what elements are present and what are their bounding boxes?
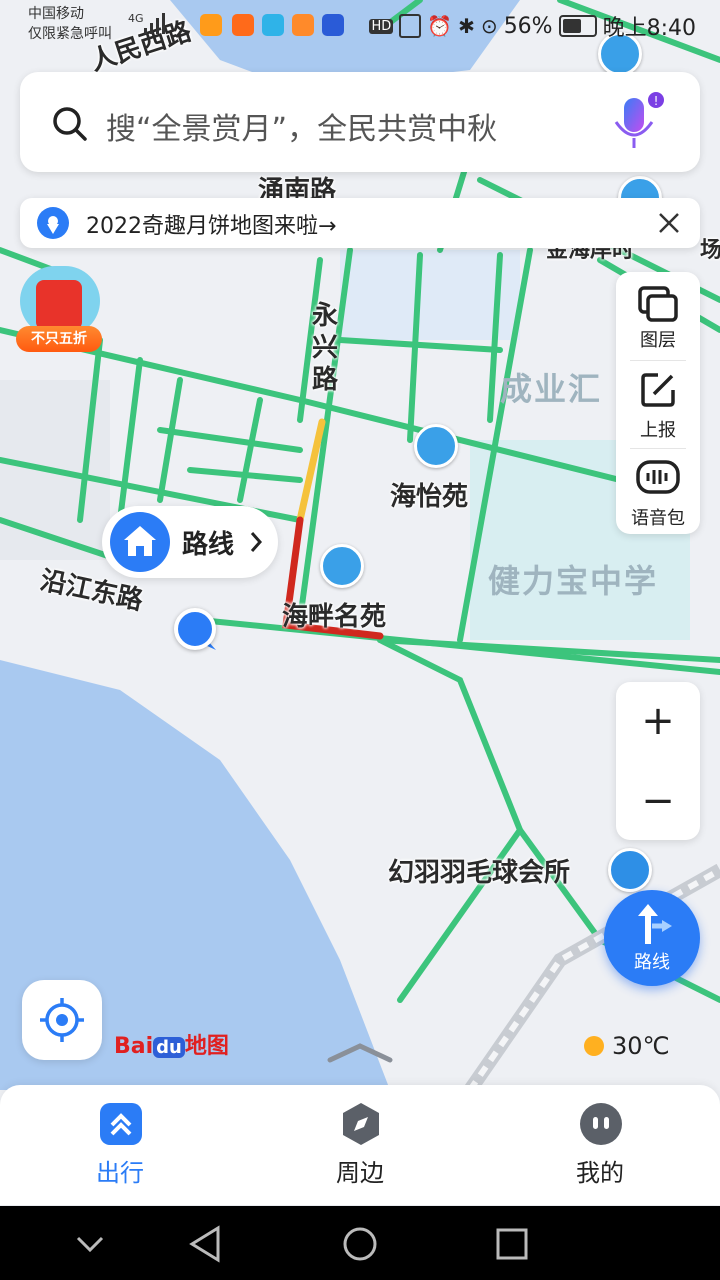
zoom-controls: + − [616, 682, 700, 840]
sports-poi-icon[interactable] [608, 848, 652, 892]
brand-bai: Bai [114, 1034, 154, 1059]
back-icon[interactable] [188, 1224, 224, 1264]
home-icon [110, 512, 170, 572]
emergency-text: 仅限紧急呼叫 [28, 26, 112, 42]
route-button-label[interactable]: 路线 [604, 948, 700, 974]
battery-icon [558, 15, 597, 37]
location-pin-icon [37, 207, 69, 239]
zoom-in-button[interactable]: + [616, 682, 700, 760]
search-bar[interactable]: 搜“全景赏月”，全民共赏中秋 ! [20, 72, 700, 172]
clock: 晚上8:40 [602, 16, 696, 41]
map-tools-panel: 图层 上报 语音包 [616, 272, 700, 534]
residential-poi-icon[interactable] [320, 544, 364, 588]
current-location-marker [174, 608, 216, 650]
poi-label-badminton[interactable]: 幻羽羽毛球会所 [388, 852, 570, 889]
home-route-label[interactable]: 路线 [182, 524, 234, 561]
carrier-info: 中国移动 仅限紧急呼叫 [28, 4, 112, 44]
home-route-popup[interactable]: 路线 [102, 506, 278, 578]
route-button[interactable]: 路线 [604, 890, 700, 986]
notice-text[interactable]: 2022奇趣月饼地图来啦→ [86, 208, 336, 240]
svg-text:!: ! [654, 94, 659, 108]
home-circle-icon[interactable] [342, 1224, 378, 1264]
report-button[interactable]: 上报 [616, 362, 700, 446]
recents-icon[interactable] [494, 1224, 530, 1264]
layers-icon [638, 286, 678, 322]
carrier-name: 中国移动 [28, 6, 84, 22]
school-label: 健力宝中学 [488, 562, 659, 600]
profile-icon [580, 1103, 622, 1145]
nav-mine-label: 我的 [576, 1159, 624, 1187]
area-label-edge: 场 [700, 238, 720, 263]
news-app-icon [322, 14, 344, 36]
poi-label-haipan[interactable]: 海畔名苑 [282, 596, 386, 633]
close-icon[interactable] [658, 212, 680, 234]
sun-icon [584, 1036, 604, 1056]
promo-red-packet[interactable]: 不只五折 [14, 266, 104, 356]
brand-suffix: 地图 [184, 1034, 229, 1059]
temperature: 30℃ [612, 1032, 670, 1060]
turn-arrow-icon [638, 904, 672, 944]
bottom-navigation: 出行 周边 我的 [0, 1085, 720, 1205]
taobao-app-icon [232, 14, 254, 36]
search-icon [53, 107, 87, 141]
status-bar: 中国移动 仅限紧急呼叫 4G HD ⏰ ✱ ⊙ 56% 晚上8:40 [0, 0, 720, 50]
alarm-icon: ⏰ [427, 14, 453, 38]
location-icon: ⊙ [480, 14, 498, 38]
search-placeholder[interactable]: 搜“全景赏月”，全民共赏中秋 [106, 104, 497, 148]
crosshair-icon [40, 998, 84, 1042]
weibo-app-icon [200, 14, 222, 36]
brand-du: du [153, 1037, 185, 1058]
edit-report-icon [641, 373, 675, 407]
nav-travel-label: 出行 [96, 1159, 144, 1187]
system-navigation-bar [0, 1206, 720, 1280]
status-right: HD ⏰ ✱ ⊙ 56% 晚上8:40 [369, 10, 696, 42]
signal-icon [144, 13, 165, 34]
road-label-yongxing: 永兴路 [312, 301, 339, 395]
video-app-icon [292, 14, 314, 36]
baidu-map-logo: Bai du 地图 [114, 1028, 229, 1060]
layers-label: 图层 [640, 330, 676, 351]
travel-icon [100, 1103, 142, 1145]
locate-me-button[interactable] [22, 980, 102, 1060]
divider [630, 360, 686, 361]
voice-pack-button[interactable]: 语音包 [616, 450, 700, 534]
hd-badge: HD [369, 18, 394, 34]
voice-search-icon[interactable]: ! [604, 92, 668, 156]
browser-app-icon [262, 14, 284, 36]
area-label-chengye: 成业汇 [500, 370, 603, 408]
red-packet-icon [36, 280, 82, 330]
nav-travel[interactable]: 出行 [0, 1085, 240, 1205]
nav-nearby-label: 周边 [336, 1159, 384, 1187]
nav-nearby[interactable]: 周边 [240, 1085, 480, 1205]
weather-widget[interactable]: 30℃ [584, 1032, 670, 1060]
promo-tag[interactable]: 不只五折 [16, 326, 102, 352]
battery-percent: 56% [503, 13, 553, 39]
voice-pack-icon [636, 460, 680, 494]
report-label: 上报 [640, 420, 676, 441]
expand-handle-icon[interactable] [326, 1040, 394, 1064]
bluetooth-icon: ✱ [458, 14, 475, 38]
voice-pack-label: 语音包 [631, 508, 685, 529]
residential-poi-icon[interactable] [414, 424, 458, 468]
compass-icon [343, 1103, 379, 1145]
nfc-icon [399, 14, 422, 38]
poi-label-haiyi[interactable]: 海怡苑 [390, 476, 468, 513]
nav-mine[interactable]: 我的 [480, 1085, 720, 1205]
notice-banner[interactable]: 2022奇趣月饼地图来啦→ [20, 198, 700, 248]
collapse-chevron-icon[interactable] [74, 1224, 106, 1264]
zoom-out-button[interactable]: − [616, 762, 700, 840]
divider [630, 448, 686, 449]
chevron-right-icon [250, 532, 263, 552]
layers-button[interactable]: 图层 [616, 272, 700, 356]
